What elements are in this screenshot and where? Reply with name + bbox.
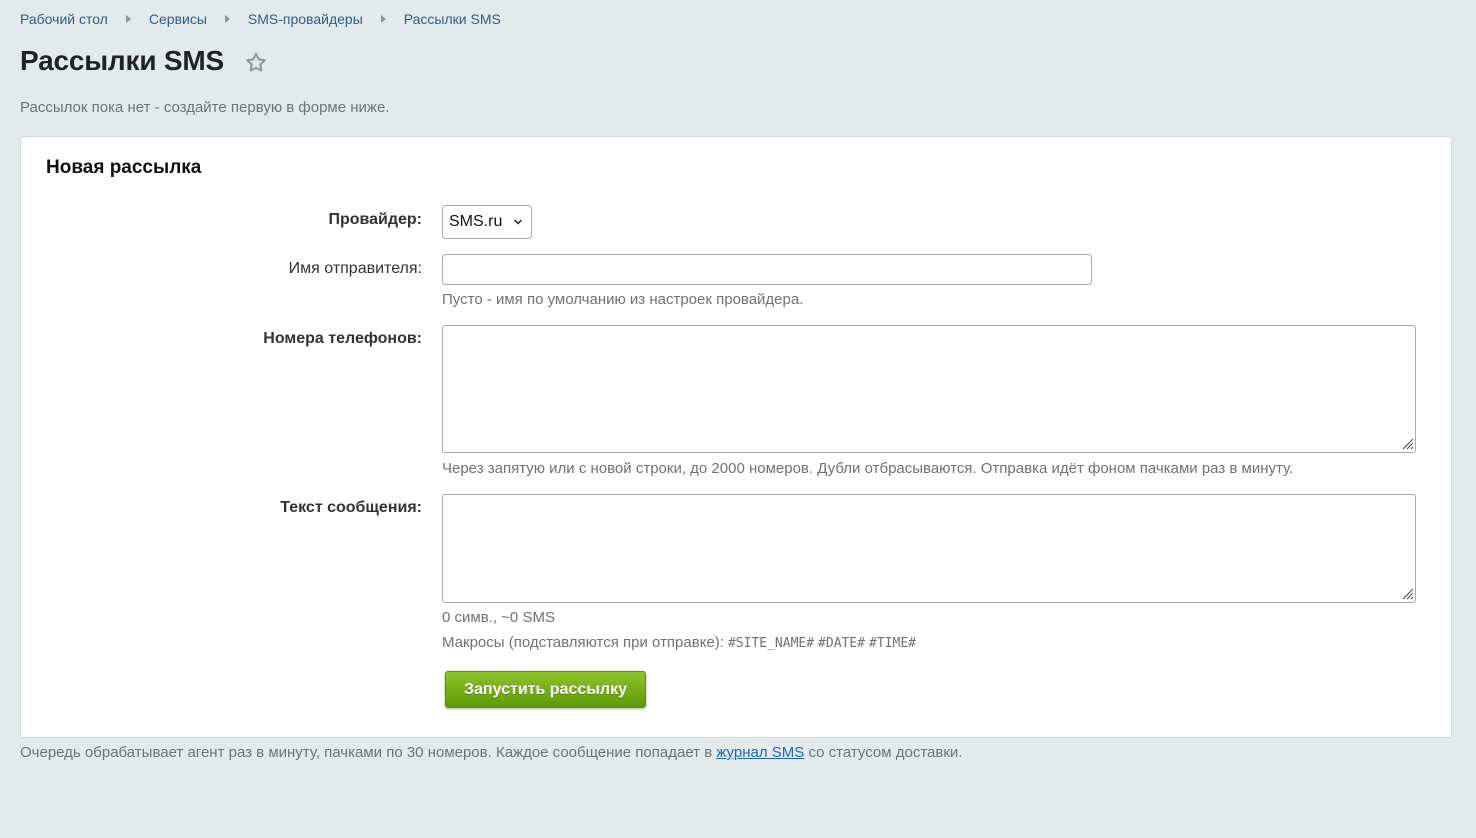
macros-label: Макросы (подставляются при отправке): xyxy=(442,634,724,651)
new-mailing-form: Новая рассылка Провайдер: SMS.ru Имя отп… xyxy=(20,136,1452,738)
page-title-row: Рассылки SMS xyxy=(20,45,268,77)
macro-time: #TIME# xyxy=(869,636,916,651)
macro-date: #DATE# xyxy=(818,636,866,651)
breadcrumb-item-desktop[interactable]: Рабочий стол xyxy=(20,11,108,27)
message-textarea[interactable] xyxy=(442,494,1416,603)
sms-log-link[interactable]: журнал SMS xyxy=(716,744,804,761)
empty-notice: Рассылок пока нет - создайте первую в фо… xyxy=(20,99,390,116)
breadcrumb-separator-icon xyxy=(224,15,230,23)
macros-hint: Макросы (подставляются при отправке): #SI… xyxy=(442,634,916,651)
page-title: Рассылки SMS xyxy=(20,45,225,76)
breadcrumb-item-sms-mailings[interactable]: Рассылки SMS xyxy=(404,11,501,27)
breadcrumb-separator-icon xyxy=(125,15,131,23)
provider-selected-value: SMS.ru xyxy=(449,213,503,230)
form-title: Новая рассылка xyxy=(46,157,202,178)
phone-numbers-textarea[interactable] xyxy=(442,325,1416,453)
breadcrumb: Рабочий стол Сервисы SMS-провайдеры Расс… xyxy=(20,11,501,27)
footer-text-after: со статусом доставки. xyxy=(804,744,963,761)
message-text-label: Текст сообщения: xyxy=(280,499,422,516)
start-mailing-button[interactable]: Запустить рассылку xyxy=(445,671,646,708)
footer-note: Очередь обрабатывает агент раз в минуту,… xyxy=(20,744,962,761)
sender-name-label: Имя отправителя: xyxy=(288,260,422,277)
phone-numbers-label: Номера телефонов: xyxy=(263,330,422,347)
provider-label: Провайдер: xyxy=(328,211,422,228)
provider-select[interactable]: SMS.ru xyxy=(442,205,532,239)
footer-text-before: Очередь обрабатывает агент раз в минуту,… xyxy=(20,744,717,761)
chevron-down-icon xyxy=(513,219,523,225)
breadcrumb-separator-icon xyxy=(380,15,386,23)
message-counter: 0 симв., ~0 SMS xyxy=(442,609,555,626)
sender-name-hint: Пусто - имя по умолчанию из настроек про… xyxy=(442,291,804,308)
sender-name-input[interactable] xyxy=(442,254,1092,285)
macro-site-name: #SITE_NAME# xyxy=(727,636,815,651)
breadcrumb-item-sms-providers[interactable]: SMS-провайдеры xyxy=(248,11,363,27)
star-icon[interactable] xyxy=(244,51,268,75)
breadcrumb-item-services[interactable]: Сервисы xyxy=(149,11,207,27)
phone-numbers-hint: Через запятую или с новой строки, до 200… xyxy=(442,460,1294,477)
